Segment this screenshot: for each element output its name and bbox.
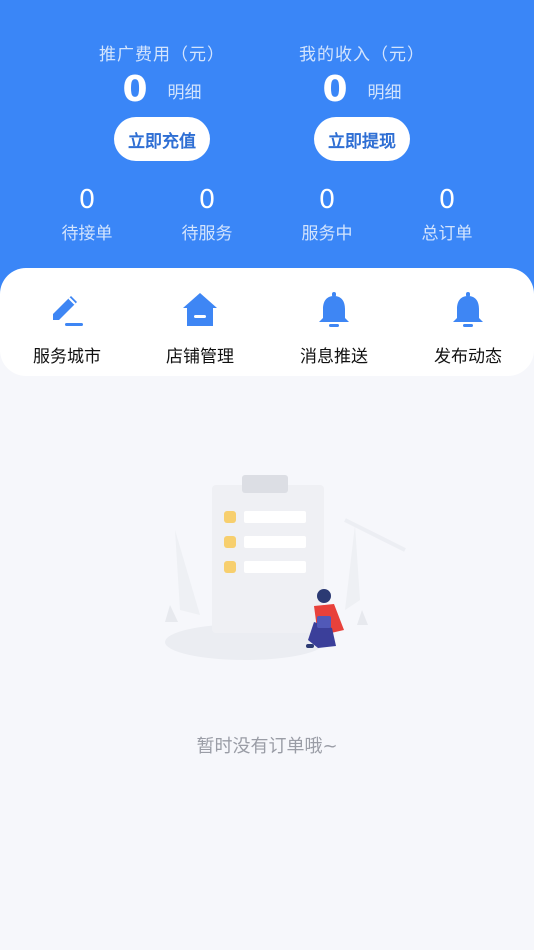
income-block: 我的收入（元） 0 明细 立即提现 <box>252 40 472 161</box>
pencil-edit-icon <box>12 290 122 330</box>
quick-action-label: 服务城市 <box>33 347 101 367</box>
stat-total-orders[interactable]: 0 总订单 <box>387 185 507 244</box>
promotion-fee-amount: 0 <box>122 69 148 110</box>
empty-orders-illustration <box>0 440 534 680</box>
recharge-button[interactable]: 立即充值 <box>114 117 210 161</box>
income-detail-link[interactable]: 明细 <box>368 78 402 103</box>
withdraw-button[interactable]: 立即提现 <box>314 117 410 161</box>
stat-in-service[interactable]: 0 服务中 <box>267 185 387 244</box>
stat-value: 0 <box>318 185 336 215</box>
quick-store-management[interactable]: 店铺管理 <box>145 290 255 367</box>
quick-publish-update[interactable]: 发布动态 <box>413 290 523 367</box>
quick-action-label: 店铺管理 <box>166 347 234 367</box>
order-stats: 0 待接单 0 待服务 0 服务中 0 总订单 <box>0 185 534 244</box>
stat-label: 服务中 <box>301 224 353 244</box>
stat-label: 待服务 <box>181 224 233 244</box>
stat-pending-accept[interactable]: 0 待接单 <box>27 185 147 244</box>
stat-value: 0 <box>438 185 456 215</box>
stat-label: 待接单 <box>61 224 113 244</box>
quick-action-label: 发布动态 <box>434 347 502 367</box>
header-panel: 推广费用（元） 0 明细 立即充值 我的收入（元） 0 明细 立即提现 0 待接… <box>0 0 534 300</box>
quick-message-push[interactable]: 消息推送 <box>279 290 389 367</box>
bell-icon <box>279 290 389 330</box>
stat-pending-service[interactable]: 0 待服务 <box>147 185 267 244</box>
income-title: 我的收入（元） <box>299 45 425 65</box>
quick-actions-card: 服务城市 店铺管理 消息推送 发布动态 <box>0 268 534 376</box>
quick-service-city[interactable]: 服务城市 <box>12 290 122 367</box>
stat-value: 0 <box>78 185 96 215</box>
stat-label: 总订单 <box>421 224 473 244</box>
income-amount: 0 <box>322 69 348 110</box>
empty-state-message: 暂时没有订单哦~ <box>196 736 338 757</box>
promotion-fee-title: 推广费用（元） <box>99 45 225 65</box>
house-store-icon <box>145 290 255 330</box>
bell-icon <box>413 290 523 330</box>
promotion-fee-block: 推广费用（元） 0 明细 立即充值 <box>52 40 272 161</box>
quick-action-label: 消息推送 <box>300 347 368 367</box>
promotion-fee-detail-link[interactable]: 明细 <box>168 78 202 103</box>
stat-value: 0 <box>198 185 216 215</box>
